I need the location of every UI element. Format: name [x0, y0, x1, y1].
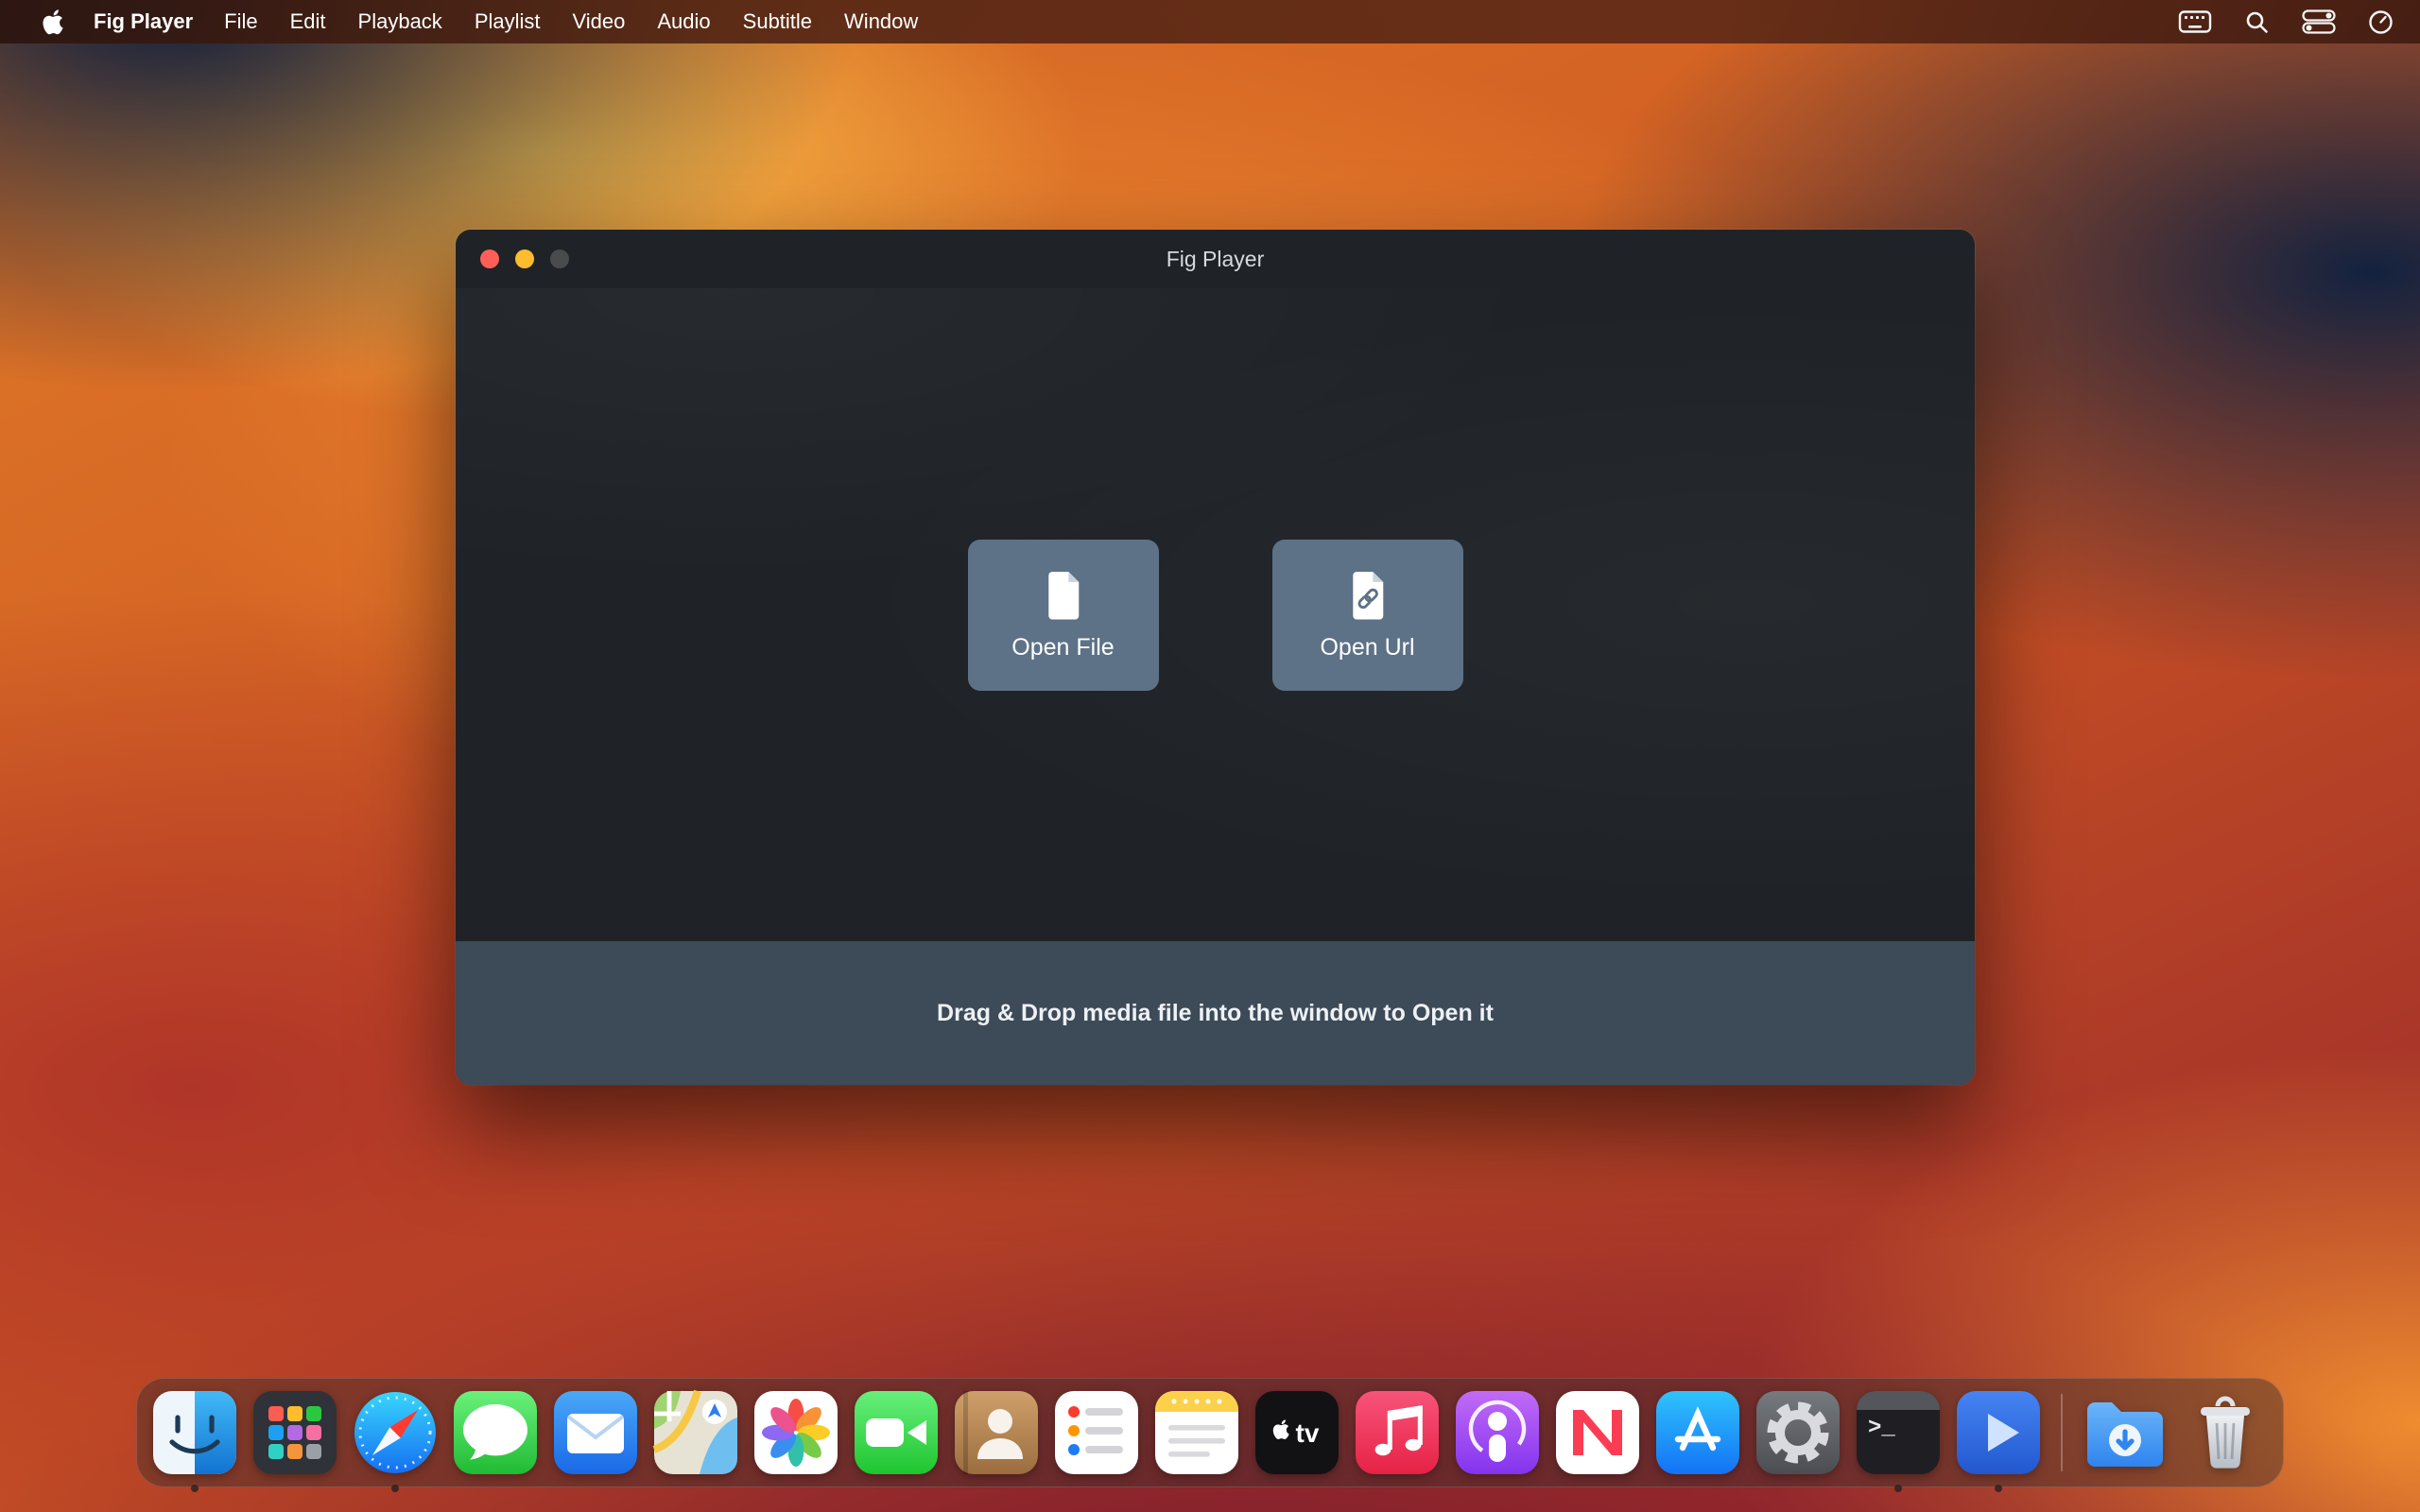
dock-item-photos[interactable] — [751, 1387, 841, 1478]
open-file-label: Open File — [1011, 634, 1114, 662]
gauge-icon — [2368, 9, 2394, 35]
gauge-status-item[interactable] — [2368, 9, 2394, 35]
dock-item-trash[interactable] — [2180, 1387, 2271, 1478]
dock-item-app-store[interactable] — [1652, 1387, 1743, 1478]
control-center-icon — [2302, 9, 2336, 34]
menu-item-window[interactable]: Window — [828, 9, 934, 34]
window-title-bar[interactable]: Fig Player — [456, 230, 1975, 288]
apple-tv-icon: tv — [1252, 1387, 1342, 1478]
menu-item-playback[interactable]: Playback — [342, 9, 458, 34]
open-url-button[interactable]: Open Url — [1272, 540, 1463, 691]
menu-item-audio[interactable]: Audio — [641, 9, 726, 34]
open-url-label: Open Url — [1320, 634, 1414, 662]
menu-item-edit[interactable]: Edit — [274, 9, 342, 34]
launchpad-icon — [250, 1387, 340, 1478]
fig-player-window: Fig Player Open File Open Url Drag & Dro… — [456, 230, 1975, 1085]
dock: tv — [136, 1378, 2284, 1487]
spotlight-status-item[interactable] — [2244, 9, 2270, 35]
dock-item-launchpad[interactable] — [250, 1387, 340, 1478]
dock-item-contacts[interactable] — [951, 1387, 1042, 1478]
facetime-icon — [851, 1387, 942, 1478]
fig-player-icon — [1953, 1387, 2044, 1478]
dock-item-maps[interactable] — [650, 1387, 741, 1478]
menu-bar: Fig Player File Edit Playback Playlist V… — [0, 0, 2420, 43]
dock-item-mail[interactable] — [550, 1387, 641, 1478]
search-icon — [2244, 9, 2270, 35]
traffic-zoom-button[interactable] — [550, 249, 569, 268]
tv-label: tv — [1296, 1418, 1320, 1448]
traffic-lights — [480, 249, 569, 268]
terminal-icon: >_ — [1853, 1387, 1944, 1478]
dock-item-podcasts[interactable] — [1452, 1387, 1543, 1478]
traffic-close-button[interactable] — [480, 249, 499, 268]
traffic-minimize-button[interactable] — [515, 249, 534, 268]
messages-icon — [450, 1387, 541, 1478]
dock-separator — [2061, 1394, 2063, 1471]
dock-item-downloads[interactable] — [2080, 1387, 2170, 1478]
apple-menu[interactable] — [26, 9, 78, 35]
dock-item-safari[interactable] — [350, 1387, 441, 1478]
news-icon — [1552, 1387, 1643, 1478]
file-icon — [1039, 568, 1088, 623]
music-icon — [1352, 1387, 1443, 1478]
app-store-icon — [1652, 1387, 1743, 1478]
dock-item-messages[interactable] — [450, 1387, 541, 1478]
maps-icon — [650, 1387, 741, 1478]
podcasts-icon — [1452, 1387, 1543, 1478]
dock-item-news[interactable] — [1552, 1387, 1643, 1478]
control-center-status-item[interactable] — [2302, 9, 2336, 34]
downloads-folder-icon — [2080, 1387, 2170, 1478]
dock-item-finder[interactable] — [149, 1387, 240, 1478]
apple-logo-icon — [40, 9, 65, 35]
dock-item-reminders[interactable] — [1051, 1387, 1142, 1478]
dock-item-notes[interactable] — [1151, 1387, 1242, 1478]
window-footer: Drag & Drop media file into the window t… — [456, 941, 1975, 1085]
dock-item-music[interactable] — [1352, 1387, 1443, 1478]
window-title: Fig Player — [1167, 247, 1265, 272]
notes-icon — [1151, 1387, 1242, 1478]
menu-item-subtitle[interactable]: Subtitle — [727, 9, 828, 34]
menu-item-playlist[interactable]: Playlist — [458, 9, 557, 34]
menu-item-video[interactable]: Video — [557, 9, 642, 34]
link-file-icon — [1343, 568, 1392, 623]
menu-bar-left: Fig Player File Edit Playback Playlist V… — [26, 9, 934, 35]
drag-drop-hint: Drag & Drop media file into the window t… — [937, 1000, 1494, 1027]
dock-item-system-settings[interactable] — [1753, 1387, 1843, 1478]
dock-item-fig-player[interactable] — [1953, 1387, 2044, 1478]
safari-icon — [350, 1387, 441, 1478]
reminders-icon — [1051, 1387, 1142, 1478]
dock-item-facetime[interactable] — [851, 1387, 942, 1478]
menu-app-name[interactable]: Fig Player — [78, 9, 208, 34]
open-file-button[interactable]: Open File — [968, 540, 1159, 691]
gear-icon — [1753, 1387, 1843, 1478]
menu-bar-status-area — [2178, 9, 2394, 35]
dock-item-terminal[interactable]: >_ — [1853, 1387, 1944, 1478]
terminal-prompt: >_ — [1868, 1416, 1895, 1441]
window-content: Open File Open Url — [456, 288, 1975, 941]
mail-icon — [550, 1387, 641, 1478]
contacts-icon — [951, 1387, 1042, 1478]
finder-icon — [149, 1387, 240, 1478]
dock-item-tv[interactable]: tv — [1252, 1387, 1342, 1478]
keyboard-icon — [2178, 9, 2212, 34]
menu-item-file[interactable]: File — [208, 9, 273, 34]
trash-icon — [2180, 1387, 2271, 1478]
photos-icon — [751, 1387, 841, 1478]
keyboard-status-item[interactable] — [2178, 9, 2212, 34]
